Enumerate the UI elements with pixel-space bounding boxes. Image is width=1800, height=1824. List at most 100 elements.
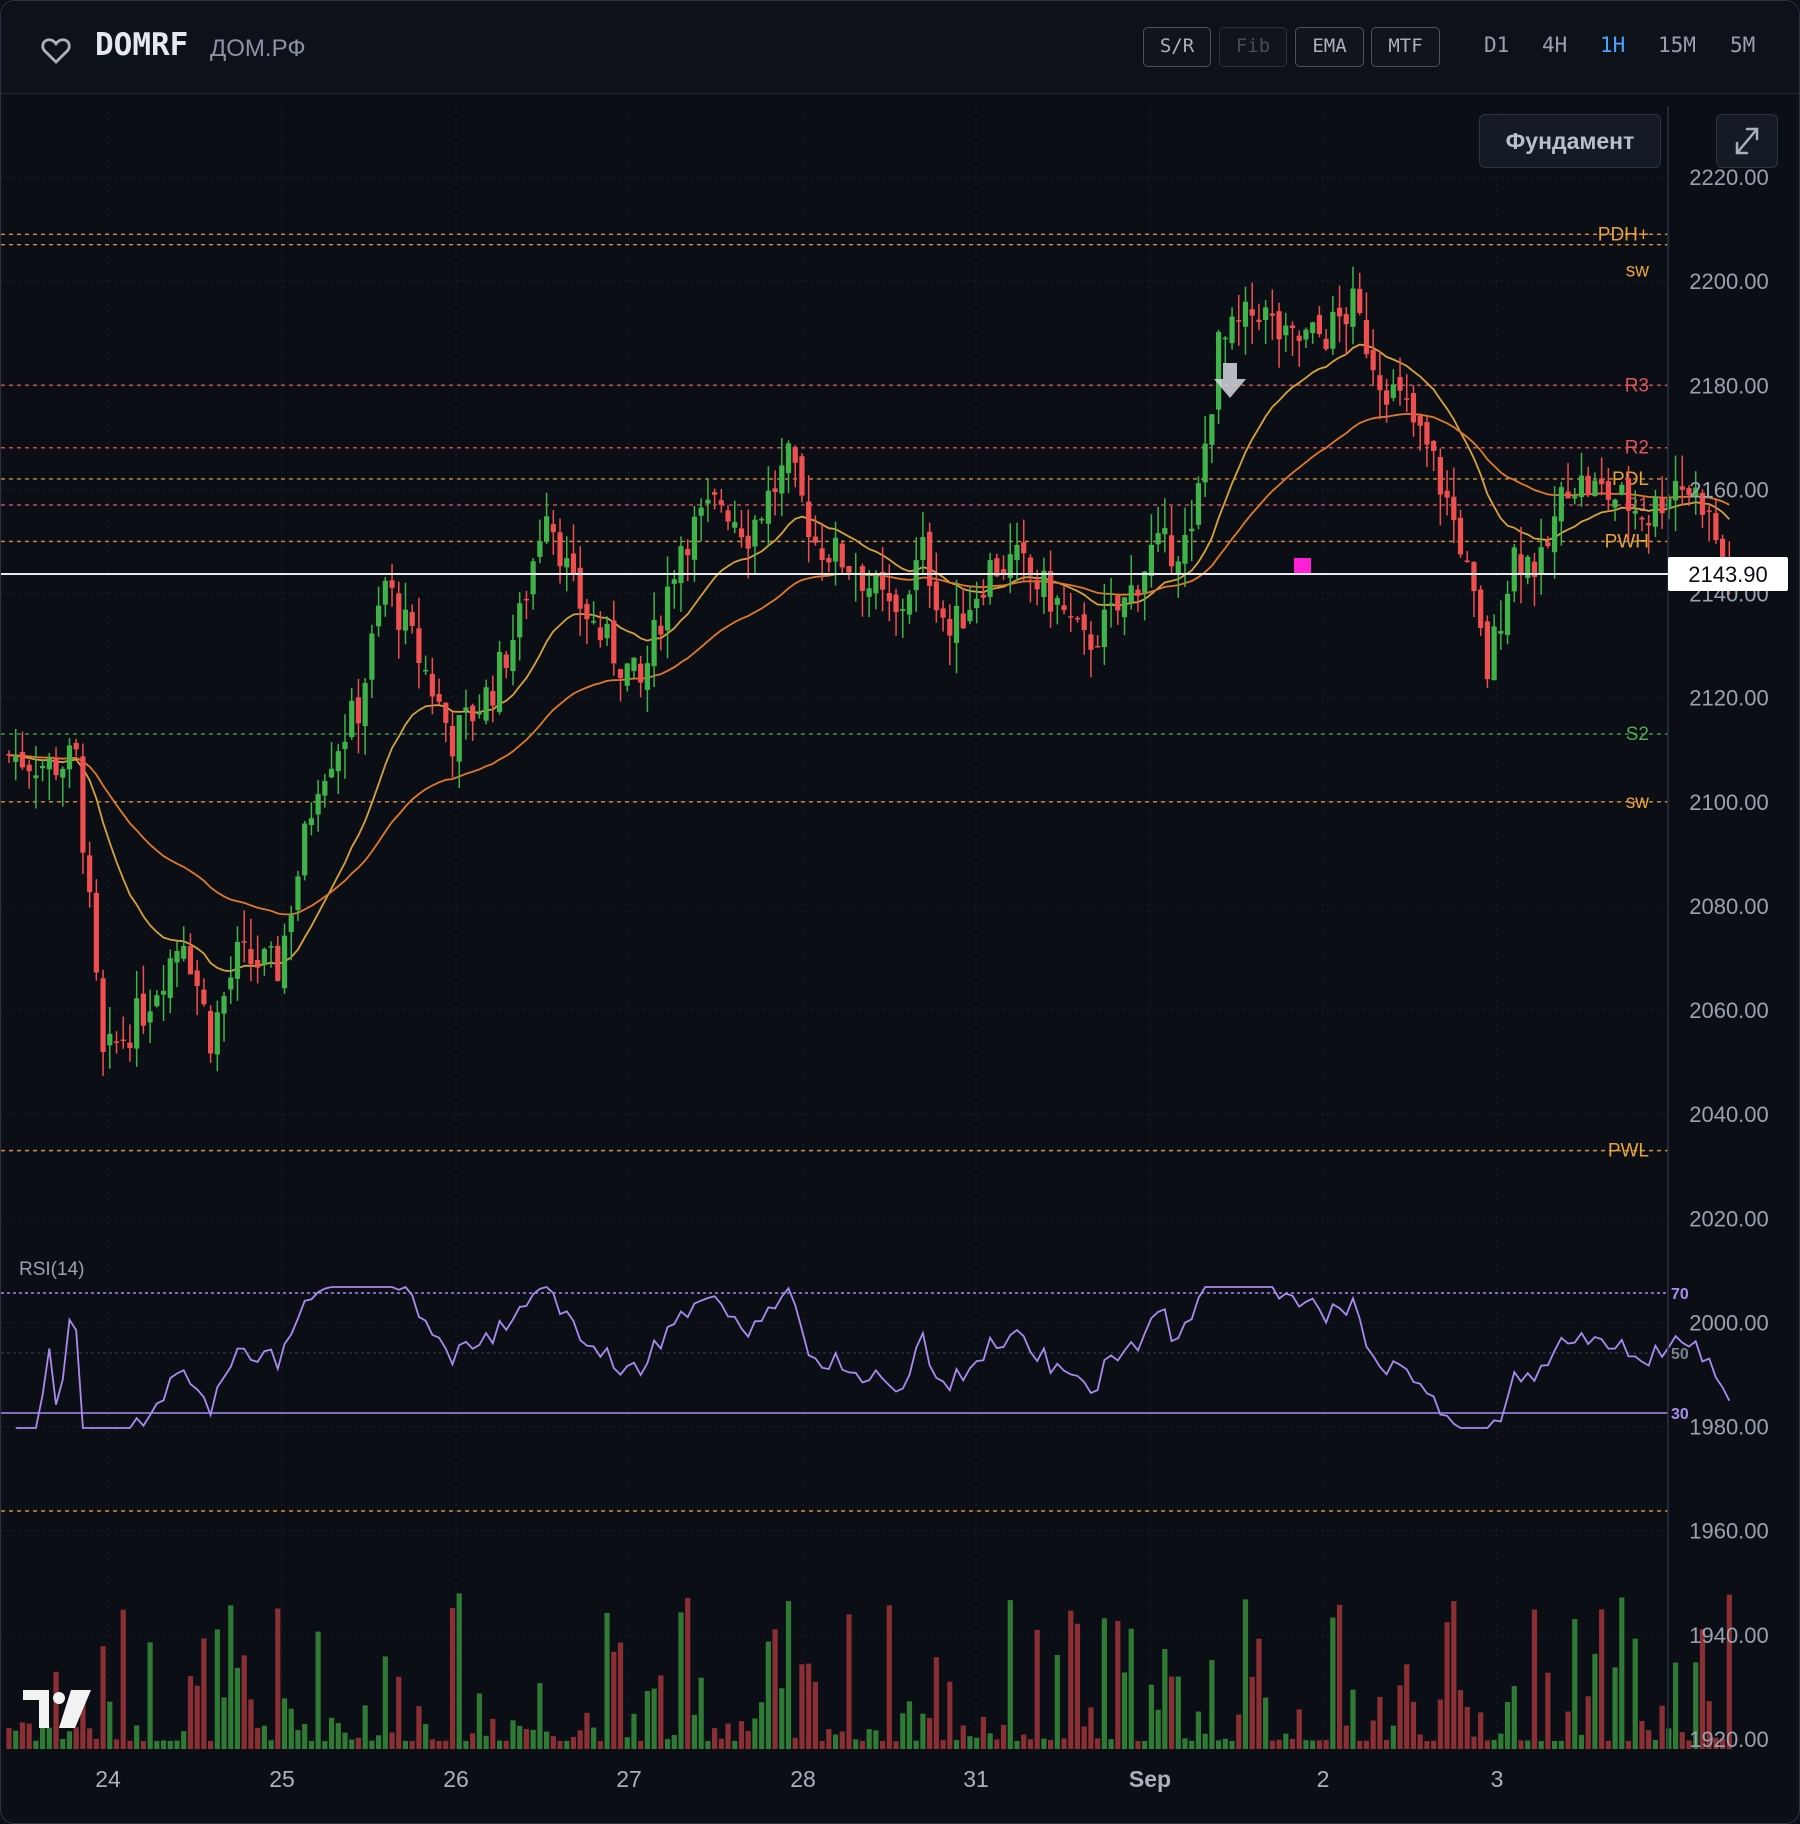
volume-bar (120, 1609, 126, 1749)
candle-body (376, 605, 382, 627)
candle-body (248, 949, 254, 964)
volume-bar (1424, 1740, 1430, 1749)
timeframe-5m[interactable]: 5M (1730, 33, 1755, 57)
volume-bar (1142, 1740, 1148, 1749)
timeframe-1h[interactable]: 1H (1600, 33, 1625, 57)
volume-bar (557, 1740, 563, 1749)
candle-body (53, 757, 59, 776)
volume-bar (1538, 1740, 1544, 1749)
candle-body (1565, 491, 1571, 499)
candle-body (496, 651, 503, 713)
candle-body (402, 609, 409, 631)
volume-bar (1074, 1623, 1081, 1749)
candle-body (718, 500, 724, 505)
volume-bar (154, 1740, 160, 1749)
candle-body (893, 594, 899, 613)
volume-bar (1410, 1701, 1417, 1749)
level-label: sw (1626, 792, 1650, 813)
candle-body (1336, 307, 1343, 317)
volume-bar (288, 1708, 294, 1749)
candle-body (779, 465, 785, 494)
candle-body (201, 989, 207, 1005)
volume-bar (1457, 1690, 1464, 1749)
candle-body (261, 948, 267, 965)
volume-bar (1397, 1685, 1403, 1749)
candle-body (685, 548, 691, 556)
volume-bar (1256, 1638, 1262, 1749)
volume-bar (13, 1730, 19, 1749)
candle-body (611, 620, 617, 664)
candle-body (812, 536, 818, 543)
mtf-toggle-button[interactable]: MTF (1371, 27, 1440, 67)
chart-window: DOMRF ДОМ.РФ S/R Fib EMA MTF D1 4H 1H 15… (0, 0, 1800, 1824)
volume-bar (1189, 1740, 1195, 1749)
volume-bar (376, 1735, 382, 1749)
candle-body (476, 712, 482, 715)
ema-toggle-button[interactable]: EMA (1295, 27, 1364, 67)
volume-bar (1639, 1720, 1645, 1749)
volume-bar (1048, 1740, 1054, 1749)
timeframe-d1[interactable]: D1 (1484, 33, 1509, 57)
candle-body (1666, 498, 1672, 509)
candle-body (140, 993, 146, 1026)
volume-bar (974, 1737, 980, 1749)
candle-body (470, 705, 476, 722)
candle-body (772, 488, 778, 492)
date-tick-label: 24 (95, 1766, 121, 1792)
volume-bar (799, 1664, 805, 1749)
price-tick-label: 2040.00 (1689, 1102, 1769, 1127)
timeframe-4h[interactable]: 4H (1542, 33, 1567, 57)
volume-bar (443, 1740, 449, 1749)
volume-bar (1108, 1739, 1114, 1749)
ticker-symbol: DOMRF (95, 27, 189, 63)
candle-body (107, 1033, 113, 1046)
candle-body (255, 960, 261, 968)
volume-bar (1242, 1599, 1249, 1749)
fib-toggle-button[interactable]: Fib (1219, 27, 1287, 67)
volume-bar (1263, 1697, 1269, 1749)
expand-button[interactable] (1716, 114, 1778, 168)
candle-body (396, 593, 402, 630)
volume-bar (725, 1723, 731, 1749)
volume-bar (712, 1728, 718, 1749)
volume-bar (792, 1737, 798, 1749)
sr-toggle-button[interactable]: S/R (1143, 27, 1211, 67)
candle-body (87, 855, 93, 893)
candle-body (1027, 557, 1034, 576)
fundamental-button[interactable]: Фундамент (1479, 114, 1661, 168)
volume-bar (349, 1739, 355, 1749)
candle-body (1451, 496, 1457, 521)
candle-body (671, 579, 677, 584)
favorite-heart-icon[interactable] (39, 33, 73, 67)
volume-bar (181, 1731, 187, 1749)
timeframe-15m[interactable]: 15M (1658, 33, 1696, 57)
candle-body (1115, 595, 1121, 611)
candle-body (1088, 634, 1094, 650)
candle-body (1417, 415, 1423, 426)
candle-body (1229, 316, 1235, 344)
volume-bar (826, 1729, 832, 1749)
volume-bar (1095, 1738, 1101, 1749)
volume-bar (1531, 1609, 1538, 1749)
candle-body (1095, 645, 1101, 648)
price-chart[interactable]: PDH+swR3R2PDLR1PWHS2swPWL RSI(14)705030 … (1, 93, 1799, 1823)
candle-body (288, 915, 294, 932)
candle-body (1276, 311, 1282, 340)
volume-bar (1632, 1638, 1638, 1749)
candle-body (1363, 320, 1370, 355)
candle-body (927, 531, 933, 586)
volume-bar (302, 1723, 308, 1749)
candle-body (1585, 475, 1591, 496)
candle-body (584, 604, 590, 620)
candle-body (604, 623, 610, 639)
ema-lines (8, 343, 1730, 973)
candle-body (127, 1042, 133, 1048)
candle-body (544, 516, 550, 542)
volume-bar (1021, 1734, 1027, 1749)
candle-body (906, 594, 913, 615)
candle-body (1619, 484, 1625, 495)
candle-body (389, 580, 395, 588)
entry-marker (1294, 558, 1311, 575)
candle-body (1357, 288, 1363, 314)
candle-body (100, 978, 106, 1052)
